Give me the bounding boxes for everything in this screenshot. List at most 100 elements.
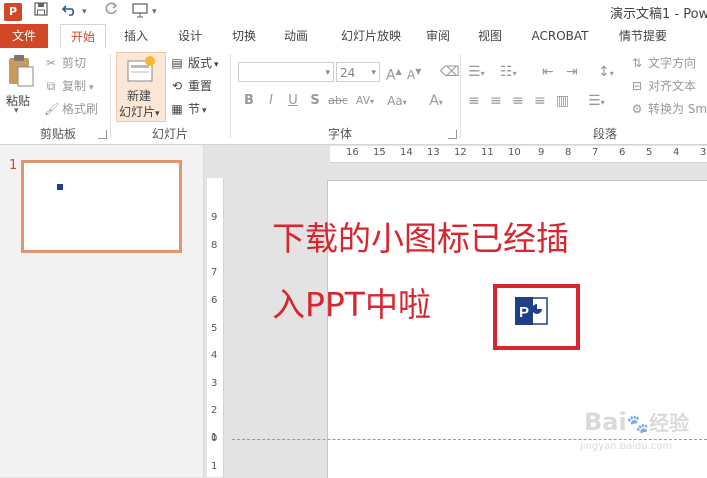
tab-animations[interactable]: 动画 bbox=[274, 24, 318, 48]
shrink-font-button[interactable]: A▼ bbox=[407, 62, 421, 82]
text-direction-label: 文字方向 bbox=[648, 56, 697, 70]
underline-button[interactable]: U bbox=[284, 91, 302, 111]
tab-storyboarding[interactable]: 情节提要 bbox=[610, 24, 676, 48]
customize-quick-access-icon[interactable]: ▾ bbox=[152, 2, 157, 22]
tab-transitions[interactable]: 切换 bbox=[222, 24, 266, 48]
group-divider bbox=[460, 54, 461, 138]
font-name-dropdown-icon[interactable]: ▾ bbox=[325, 63, 330, 83]
font-name-combo[interactable]: ▾ bbox=[238, 62, 334, 82]
bullets-icon[interactable]: ☰▾ bbox=[468, 62, 485, 82]
decrease-indent-icon[interactable]: ⇤ bbox=[542, 62, 554, 82]
character-spacing-button[interactable]: AV▾ bbox=[352, 91, 378, 111]
align-right-icon[interactable]: ≡ bbox=[512, 91, 524, 111]
watermark-url: jingyan.baidu.com bbox=[580, 441, 673, 452]
align-center-icon[interactable]: ≡ bbox=[490, 91, 502, 111]
clear-formatting-icon[interactable]: ⌫ bbox=[440, 62, 460, 82]
increase-indent-icon[interactable]: ⇥ bbox=[566, 62, 578, 82]
strikethrough-button[interactable]: abc bbox=[326, 91, 350, 111]
ruler-label: 2 bbox=[211, 405, 218, 416]
text-direction-button[interactable]: ⇅ 文字方向 bbox=[630, 53, 696, 73]
ruler-label: 15 bbox=[373, 147, 386, 158]
baidu-watermark: Bai🐾经验 jingyan.baidu.com bbox=[540, 403, 707, 459]
ruler-label: 5 bbox=[646, 147, 653, 158]
annotation-text-line1: 下载的小图标已经插 bbox=[272, 219, 569, 258]
undo-icon[interactable] bbox=[61, 2, 78, 22]
text-shadow-button[interactable]: S bbox=[306, 91, 324, 111]
format-painter-label: 格式刷 bbox=[62, 102, 99, 116]
smartart-icon: ⚙ bbox=[631, 102, 643, 116]
present-icon[interactable] bbox=[132, 2, 148, 22]
line-spacing-icon[interactable]: ↕▾ bbox=[598, 62, 614, 82]
paste-dropdown-icon[interactable]: ▾ bbox=[14, 106, 19, 116]
font-color-button[interactable]: A▾ bbox=[424, 91, 448, 111]
font-size-dropdown-icon[interactable]: ▾ bbox=[371, 63, 376, 83]
grow-font-button[interactable]: A▲ bbox=[386, 62, 402, 84]
change-case-button[interactable]: Aa▾ bbox=[382, 91, 412, 111]
layout-button[interactable]: ▤ 版式 ▾ bbox=[170, 53, 218, 73]
columns-icon[interactable]: ☰▾ bbox=[588, 91, 605, 111]
ruler-label: 7 bbox=[211, 267, 218, 278]
copy-icon: ⧉ bbox=[46, 79, 56, 93]
cut-button[interactable]: ✂ 剪切 bbox=[44, 53, 86, 73]
ruler-label: 14 bbox=[400, 147, 413, 158]
text-direction-icon: ⇅ bbox=[631, 56, 643, 70]
ruler-label: 11 bbox=[481, 147, 494, 158]
distributed-icon[interactable]: ▥ bbox=[556, 91, 569, 111]
tab-acrobat[interactable]: ACROBAT bbox=[524, 24, 596, 48]
title-bar: P ▾ ▾ 演示文稿1 - Powe bbox=[0, 0, 707, 24]
tab-review[interactable]: 审阅 bbox=[418, 24, 458, 48]
ribbon-tab-bar: 文件 开始 插入 设计 切换 动画 幻灯片放映 审阅 视图 ACROBAT 情节… bbox=[0, 24, 707, 49]
tab-home[interactable]: 开始 bbox=[60, 24, 106, 49]
clipboard-launcher-icon[interactable] bbox=[98, 130, 107, 139]
save-icon[interactable] bbox=[34, 2, 48, 22]
tab-view[interactable]: 视图 bbox=[470, 24, 510, 48]
cut-label: 剪切 bbox=[62, 56, 87, 70]
paragraph-group-label: 段落 bbox=[592, 127, 617, 141]
ruler-label: 6 bbox=[619, 147, 626, 158]
layout-icon: ▤ bbox=[171, 56, 183, 70]
tab-slideshow[interactable]: 幻灯片放映 bbox=[330, 24, 412, 48]
scissors-icon: ✂ bbox=[45, 56, 57, 70]
new-slide-button[interactable]: 新建 幻灯片▾ bbox=[116, 52, 166, 122]
new-slide-label-line2: 幻灯片▾ bbox=[119, 105, 160, 119]
undo-dropdown-icon[interactable]: ▾ bbox=[82, 2, 87, 22]
bold-button[interactable]: B bbox=[240, 91, 258, 111]
justify-icon[interactable]: ≡ bbox=[534, 91, 546, 111]
copy-label: 复制 bbox=[62, 79, 87, 93]
thumbnail-powerpoint-icon bbox=[57, 184, 63, 190]
reset-label: 重置 bbox=[188, 79, 213, 93]
slides-group-label: 幻灯片 bbox=[151, 127, 188, 141]
ruler-label: 4 bbox=[211, 350, 218, 361]
tab-file[interactable]: 文件 bbox=[0, 24, 48, 48]
ribbon: 粘贴 ▾ ✂ 剪切 ⧉ 复制 ▾ 🖌 格式刷 剪贴板 新建 幻灯片▾ ▤ 版式 ▾ ⟲ 重置 … bbox=[0, 48, 707, 145]
reset-button[interactable]: ⟲ 重置 bbox=[170, 76, 212, 96]
annotation-text-line2: 入PPT中啦 bbox=[272, 285, 431, 324]
font-size-combo[interactable]: 24 ▾ bbox=[336, 62, 380, 82]
redo-icon[interactable] bbox=[104, 2, 118, 22]
section-button[interactable]: ▦ 节 ▾ bbox=[170, 99, 206, 119]
copy-button[interactable]: ⧉ 复制 ▾ bbox=[44, 76, 94, 96]
layout-label: 版式 bbox=[188, 56, 213, 70]
font-launcher-icon[interactable] bbox=[448, 130, 457, 139]
convert-smartart-button[interactable]: ⚙ 转换为 Sm bbox=[630, 99, 707, 119]
format-painter-button[interactable]: 🖌 格式刷 bbox=[44, 99, 98, 119]
font-group-label: 字体 bbox=[327, 127, 352, 141]
numbering-icon[interactable]: ☷▾ bbox=[500, 62, 517, 82]
tab-design[interactable]: 设计 bbox=[168, 24, 212, 48]
ruler-label: 3 bbox=[211, 378, 218, 389]
italic-button[interactable]: I bbox=[262, 91, 280, 111]
powerpoint-icon[interactable]: P bbox=[515, 295, 549, 330]
convert-smartart-label: 转换为 Sm bbox=[648, 102, 707, 116]
clipboard-group-label: 剪贴板 bbox=[39, 127, 76, 141]
slide-thumbnail[interactable] bbox=[21, 160, 182, 253]
tab-insert[interactable]: 插入 bbox=[114, 24, 158, 48]
align-left-icon[interactable]: ≡ bbox=[468, 91, 480, 111]
svg-text:P: P bbox=[519, 304, 529, 321]
ruler-label: 7 bbox=[592, 147, 599, 158]
paste-button[interactable]: 粘贴 ▾ bbox=[4, 54, 36, 120]
ruler-label: 13 bbox=[427, 147, 440, 158]
powerpoint-logo-icon: P bbox=[4, 3, 22, 21]
align-text-button[interactable]: ⊟ 对齐文本 bbox=[630, 76, 696, 96]
paintbrush-icon: 🖌 bbox=[44, 102, 60, 116]
thumbnail-number: 1 bbox=[9, 158, 18, 173]
